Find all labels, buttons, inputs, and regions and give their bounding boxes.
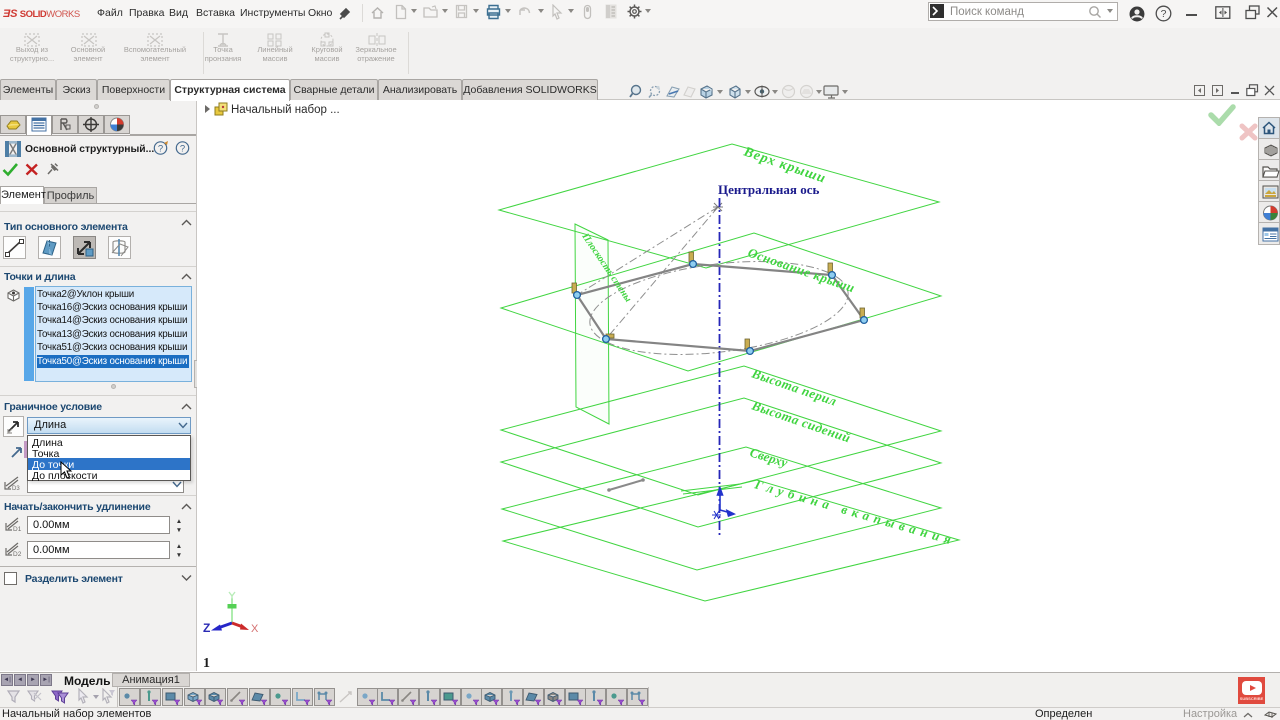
svg-text:?: ? [1161,8,1167,20]
svg-text:D1: D1 [13,526,22,532]
svg-text:1: 1 [203,656,210,671]
svg-text:?: ? [180,144,185,155]
svg-text:?: ? [158,144,163,155]
svg-text:Глубина вкапывания: Глубина вкапывания [752,476,957,548]
svg-text:D3: D3 [12,486,20,492]
svg-text:Центральная ось: Центральная ось [718,182,819,197]
svg-text:D2: D2 [13,551,22,557]
svg-text:Высота сидений: Высота сидений [749,397,853,445]
svg-text:Z: Z [203,621,210,635]
svg-text:Сверху: Сверху [748,445,790,471]
svg-text:X: X [251,623,259,635]
svg-text:Верх крыши: Верх крыши [741,144,828,187]
